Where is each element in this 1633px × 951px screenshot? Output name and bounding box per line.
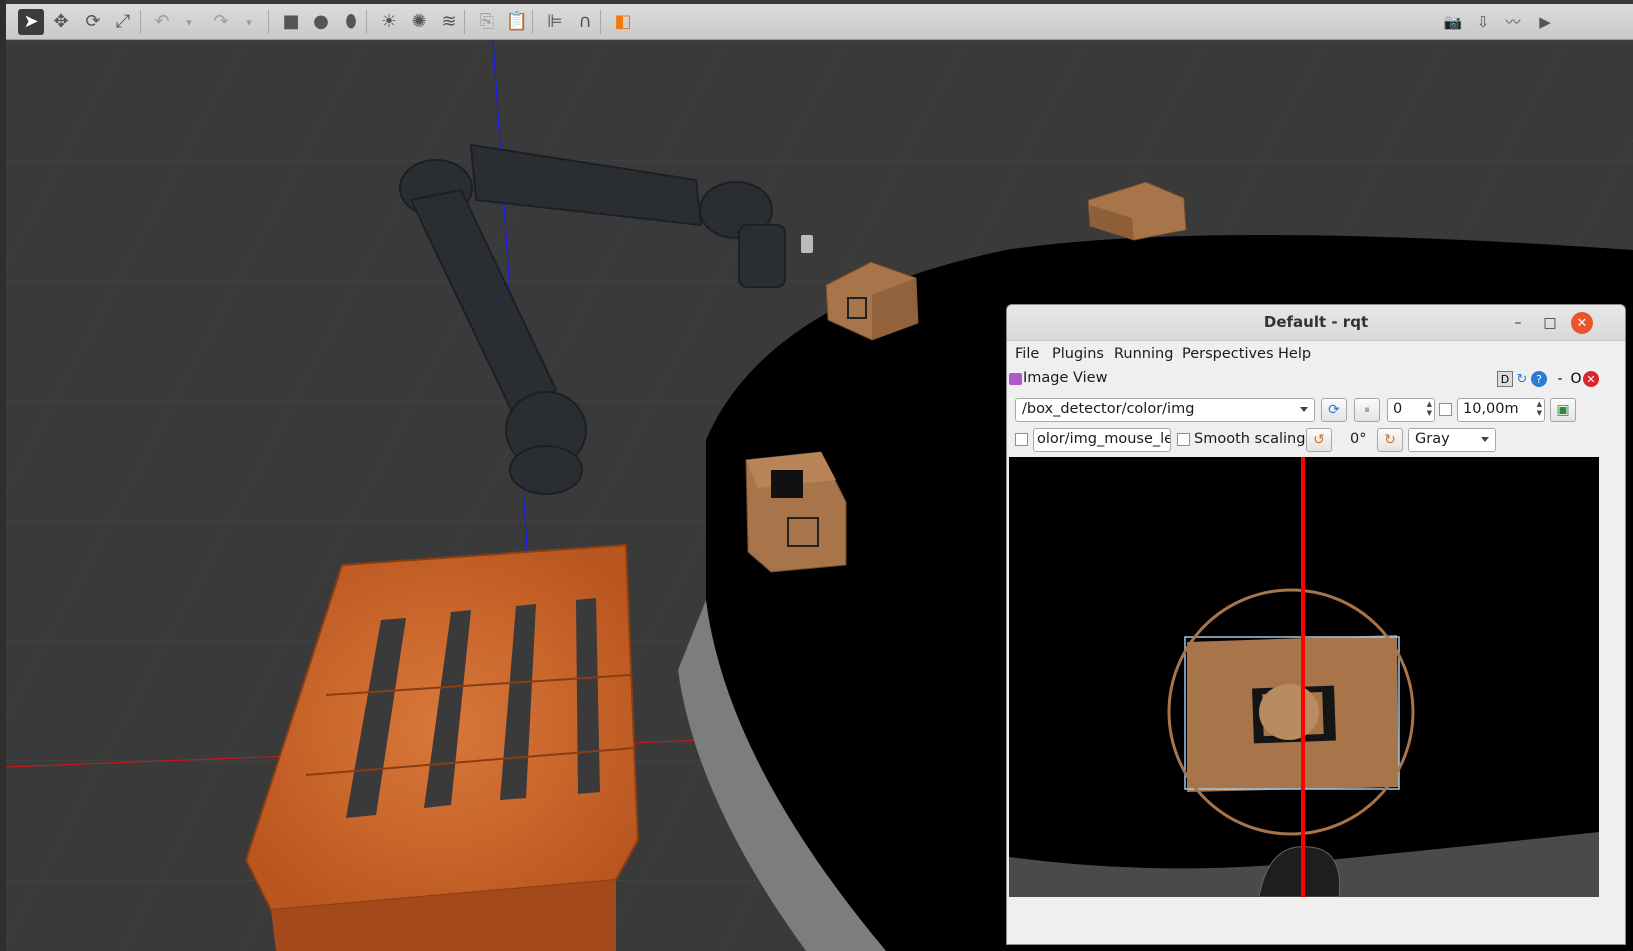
menu-help[interactable]: Help: [1278, 346, 1311, 362]
topic-value: /box_detector/color/img: [1022, 401, 1195, 417]
toolbar-separator: [464, 10, 465, 34]
gazebo-toolbar: ➤ ✥ ⟳ ⤢ ↶ ▾ ↷ ▾ ■ ● ⬮ ☀ ✺ ≋ ⎘ 📋 ⊫ ∩ ◧ 📷 ⇩ 〰 ▶: [6, 4, 1633, 40]
box-shape-icon[interactable]: ■: [278, 9, 304, 35]
rotate-right-icon[interactable]: ↻: [1377, 428, 1403, 452]
color-scheme-value: Gray: [1415, 431, 1450, 447]
pause-icon[interactable]: ⏸: [1354, 398, 1380, 422]
menu-plugins[interactable]: Plugins: [1052, 346, 1104, 362]
plugin-title: Image View: [1023, 370, 1108, 386]
minimize-button[interactable]: –: [1507, 312, 1529, 334]
paste-icon[interactable]: 📋: [504, 9, 530, 35]
plot-icon[interactable]: 〰: [1500, 9, 1526, 35]
menu-perspectives[interactable]: Perspectives: [1182, 346, 1274, 362]
options-row: olor/img_mouse_left Smooth scaling ↺ 0° …: [1007, 425, 1625, 455]
mouse-topic-value: olor/img_mouse_left: [1037, 431, 1171, 447]
color-scheme-select[interactable]: Gray: [1408, 428, 1496, 452]
spin-arrows-icon: ▲ ▼: [1536, 400, 1542, 417]
plugin-header: Image View D ↻ ? - O ✕: [1007, 369, 1625, 393]
gripper-tip: [801, 235, 813, 253]
rate-checkbox[interactable]: [1439, 403, 1452, 416]
toolbar-separator: [268, 10, 269, 34]
status-area: [1007, 897, 1625, 944]
undo-icon[interactable]: ↶: [149, 9, 175, 35]
align-icon[interactable]: ⊫: [542, 9, 568, 35]
toolbar-separator: [600, 10, 601, 34]
sphere-shape-icon[interactable]: ●: [308, 9, 334, 35]
rotation-label: 0°: [1350, 431, 1367, 447]
menu-running[interactable]: Running: [1114, 346, 1173, 362]
close-button[interactable]: ✕: [1571, 312, 1593, 334]
redo-icon[interactable]: ↷: [208, 9, 234, 35]
float-plugin-button[interactable]: O: [1568, 371, 1584, 387]
snap-icon[interactable]: ∩: [572, 9, 598, 35]
mouse-publish-checkbox[interactable]: [1015, 433, 1028, 446]
menu-file[interactable]: File: [1015, 346, 1039, 362]
rate-spinbox[interactable]: 10,00m ▲ ▼: [1457, 398, 1545, 422]
translate-mode-icon[interactable]: ✥: [48, 9, 74, 35]
spot-light-icon[interactable]: ✺: [406, 9, 432, 35]
camera-image-display[interactable]: [1009, 457, 1599, 897]
window-title: Default - rqt: [1263, 313, 1369, 331]
rate-value: 10,00m: [1463, 401, 1519, 417]
smooth-scaling-checkbox[interactable]: [1177, 433, 1190, 446]
view-angle-icon[interactable]: ◧: [610, 9, 636, 35]
point-light-icon[interactable]: ☀: [376, 9, 402, 35]
rotate-left-icon[interactable]: ↺: [1306, 428, 1332, 452]
maximize-button[interactable]: □: [1539, 312, 1561, 334]
rqt-titlebar[interactable]: Default - rqt – □ ✕: [1007, 305, 1625, 341]
cylinder-shape-icon[interactable]: ⬮: [338, 9, 364, 35]
chevron-down-icon: [1481, 437, 1489, 442]
mouse-topic-input[interactable]: olor/img_mouse_left: [1033, 428, 1171, 452]
rotate-mode-icon[interactable]: ⟳: [80, 9, 106, 35]
directional-light-icon[interactable]: ≋: [436, 9, 462, 35]
menu-bar: File Plugins Running Perspectives Help: [1007, 341, 1625, 369]
minimize-plugin-button[interactable]: -: [1552, 371, 1568, 387]
undo-history-icon[interactable]: ▾: [182, 9, 196, 35]
spin-arrows-icon: ▲ ▼: [1426, 400, 1432, 417]
refresh-topics-icon[interactable]: ⟳: [1321, 398, 1347, 422]
camera-image: [1009, 457, 1599, 897]
save-image-icon[interactable]: ▣: [1550, 398, 1576, 422]
dock-button[interactable]: D: [1497, 371, 1513, 387]
log-icon[interactable]: ⇩: [1470, 9, 1496, 35]
toolbar-separator: [366, 10, 367, 34]
frame-spinbox[interactable]: 0 ▲ ▼: [1387, 398, 1435, 422]
scale-mode-icon[interactable]: ⤢: [110, 9, 136, 35]
video-record-icon[interactable]: ▶: [1532, 9, 1558, 35]
toolbar-separator: [532, 10, 533, 34]
select-mode-icon[interactable]: ➤: [18, 9, 44, 35]
smooth-scaling-label: Smooth scaling: [1194, 431, 1306, 447]
rqt-window: Default - rqt – □ ✕ File Plugins Running…: [1006, 304, 1626, 945]
toolbar-separator: [140, 10, 141, 34]
frame-value: 0: [1393, 401, 1403, 417]
chevron-down-icon: [1300, 407, 1308, 412]
redo-history-icon[interactable]: ▾: [242, 9, 256, 35]
close-plugin-icon[interactable]: ✕: [1583, 371, 1599, 387]
screenshot-icon[interactable]: 📷: [1440, 9, 1466, 35]
reload-plugin-icon[interactable]: ↻: [1514, 371, 1530, 387]
copy-icon[interactable]: ⎘: [474, 9, 500, 35]
topic-row: /box_detector/color/img ⟳ ⏸ 0 ▲ ▼ 10,00m …: [1007, 395, 1625, 425]
image-view-plugin-icon: [1009, 373, 1022, 385]
topic-select[interactable]: /box_detector/color/img: [1015, 398, 1315, 422]
help-icon[interactable]: ?: [1531, 371, 1547, 387]
